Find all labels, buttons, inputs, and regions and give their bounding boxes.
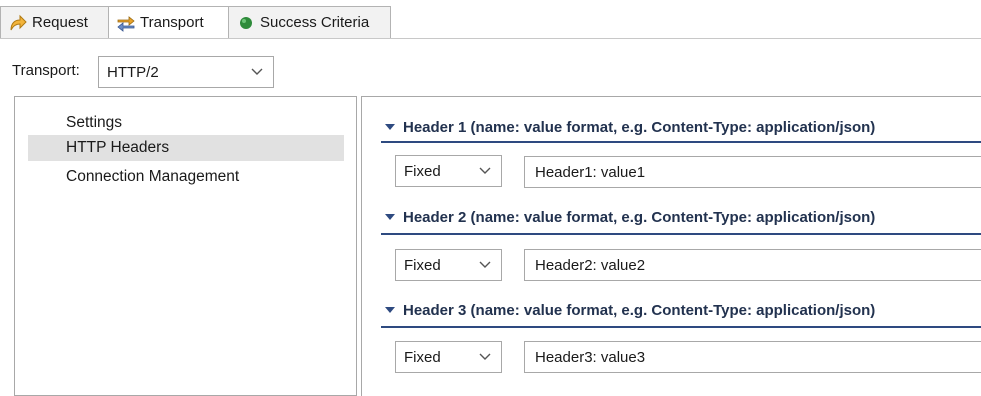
chevron-down-icon xyxy=(475,353,495,361)
green-dot-icon xyxy=(236,13,256,33)
settings-nav-panel: Settings HTTP Headers Connection Managem… xyxy=(14,96,357,396)
nav-item-settings-label: Settings xyxy=(66,114,123,131)
header-1-mode-value: Fixed xyxy=(404,162,441,180)
header-1-divider xyxy=(381,141,981,143)
nav-item-settings[interactable]: Settings xyxy=(28,110,344,136)
request-arrow-icon xyxy=(8,13,28,33)
nav-item-http-headers[interactable]: HTTP Headers xyxy=(28,135,344,161)
header-1-value-text: Header1: value1 xyxy=(535,163,646,181)
transport-arrows-icon xyxy=(116,13,136,33)
collapse-triangle-icon xyxy=(385,306,395,314)
header-3-section-toggle[interactable]: Header 3 (name: value format, e.g. Conte… xyxy=(381,299,981,321)
collapse-triangle-icon xyxy=(385,213,395,221)
header-3-divider xyxy=(381,326,981,328)
tab-bar: Request Transport Success Criteria xyxy=(0,0,981,39)
header-2-mode-value: Fixed xyxy=(404,256,441,274)
tab-request[interactable]: Request xyxy=(0,6,109,38)
chevron-down-icon xyxy=(475,261,495,269)
tab-transport-label: Transport xyxy=(140,14,204,31)
tab-success-criteria[interactable]: Success Criteria xyxy=(228,6,391,38)
header-3-title: Header 3 (name: value format, e.g. Conte… xyxy=(403,301,876,319)
transport-label: Transport: xyxy=(12,62,80,79)
tab-transport[interactable]: Transport xyxy=(108,6,229,38)
header-3-mode-select[interactable]: Fixed xyxy=(395,341,502,373)
chevron-down-icon xyxy=(475,167,495,175)
nav-item-connection-management[interactable]: Connection Management xyxy=(28,164,344,190)
nav-item-http-headers-label: HTTP Headers xyxy=(66,139,170,156)
header-2-value-text: Header2: value2 xyxy=(535,256,646,274)
tab-request-label: Request xyxy=(32,14,88,31)
chevron-down-icon xyxy=(247,68,267,76)
header-3-value-text: Header3: value3 xyxy=(535,348,646,366)
header-3-value-input[interactable]: Header3: value3 xyxy=(524,341,981,373)
header-2-title: Header 2 (name: value format, e.g. Conte… xyxy=(403,208,876,226)
tab-bar-divider xyxy=(0,38,981,39)
header-1-mode-select[interactable]: Fixed xyxy=(395,155,502,187)
header-2-value-input[interactable]: Header2: value2 xyxy=(524,249,981,281)
header-2-mode-select[interactable]: Fixed xyxy=(395,249,502,281)
transport-select[interactable]: HTTP/2 xyxy=(98,56,274,88)
transport-select-value: HTTP/2 xyxy=(107,63,159,81)
header-1-value-input[interactable]: Header1: value1 xyxy=(524,156,981,188)
header-2-divider xyxy=(381,233,981,235)
tab-success-criteria-label: Success Criteria xyxy=(260,14,370,31)
header-1-section-toggle[interactable]: Header 1 (name: value format, e.g. Conte… xyxy=(381,116,981,138)
nav-item-connection-management-label: Connection Management xyxy=(66,168,240,185)
header-1-title: Header 1 (name: value format, e.g. Conte… xyxy=(403,118,876,136)
header-2-section-toggle[interactable]: Header 2 (name: value format, e.g. Conte… xyxy=(381,206,981,228)
collapse-triangle-icon xyxy=(385,123,395,131)
header-3-mode-value: Fixed xyxy=(404,348,441,366)
